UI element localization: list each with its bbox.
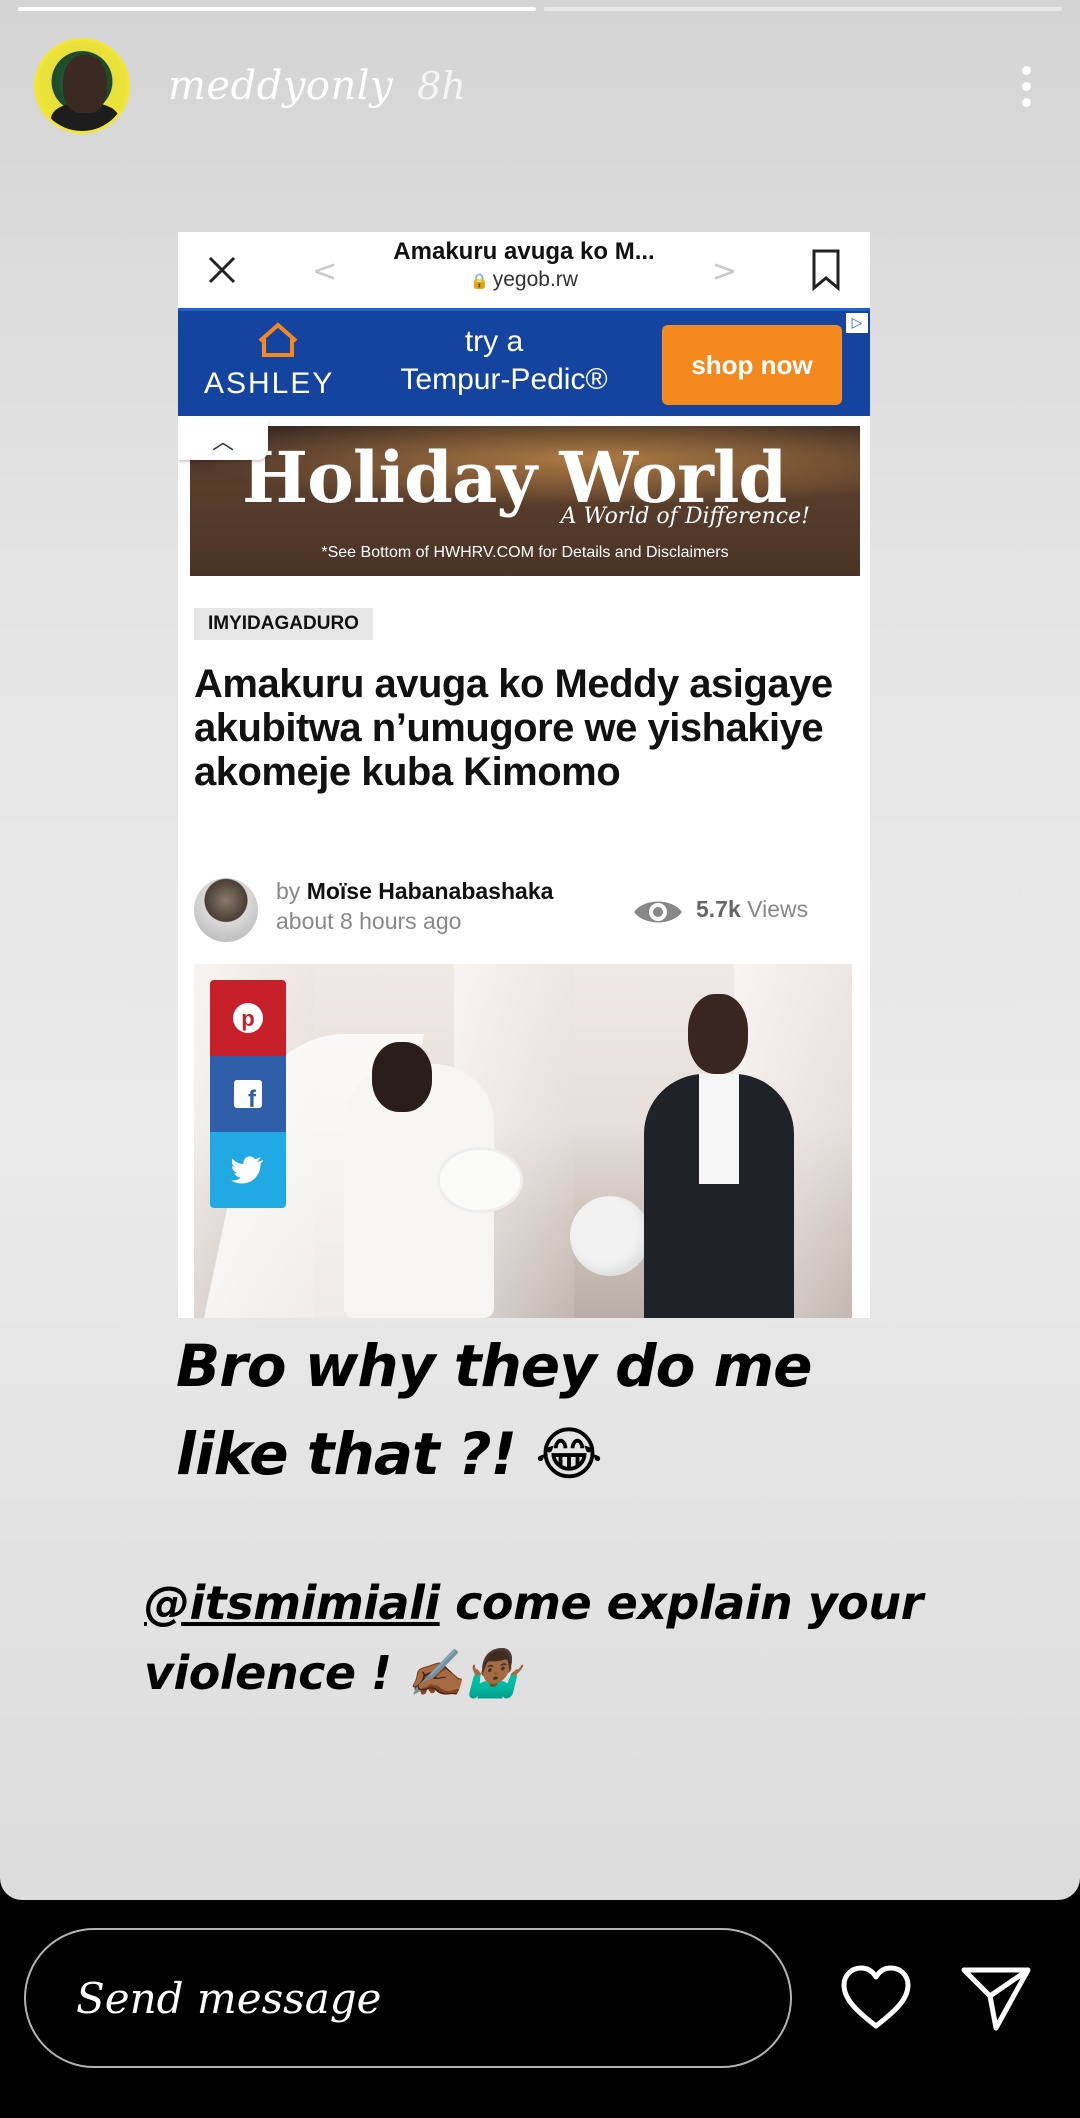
bookmark-icon	[812, 249, 840, 292]
article-time: about 8 hours ago	[276, 908, 462, 934]
chevron-up-icon: ︿	[178, 420, 268, 460]
browser-bar: < Amakuru avuga ko M... 🔒 yegob.rw >	[178, 232, 870, 308]
facebook-icon: f	[210, 1056, 286, 1132]
more-options-icon[interactable]	[1006, 56, 1046, 116]
username[interactable]: meddyonly	[168, 63, 393, 109]
ad-shop-button: shop now	[662, 325, 842, 405]
send-icon[interactable]	[958, 1960, 1034, 2036]
progress-fill	[18, 7, 536, 11]
pinterest-icon: p	[210, 980, 286, 1056]
ashley-ad: ASHLEY try a Tempur-Pedic® shop now ▷	[178, 308, 870, 416]
close-icon	[208, 256, 236, 284]
story-progress	[18, 7, 1062, 11]
browser-host: 🔒 yegob.rw	[470, 268, 578, 291]
adchoices-icon: ▷	[846, 313, 868, 333]
ad-banner-tagline: A World of Difference!	[560, 504, 810, 529]
ad-line1: try a	[464, 325, 524, 358]
category-tag: IMYIDAGADURO	[194, 608, 373, 640]
ad-line2: Tempur-Pedic®	[400, 363, 608, 396]
svg-text:f: f	[248, 1086, 257, 1109]
author-byline: by Moïse Habanabashaka	[276, 878, 554, 904]
author-name: Moïse Habanabashaka	[306, 878, 554, 904]
share-buttons: p f	[210, 980, 286, 1208]
view-count: 5.7k Views	[696, 896, 809, 922]
avatar[interactable]	[34, 38, 130, 134]
mention-link[interactable]: @itsmimiali	[144, 1576, 440, 1630]
ad-brand: ASHLEY	[204, 367, 335, 400]
story-card[interactable]: meddyonly 8h < Amakuru avuga ko M... 🔒 ye…	[0, 0, 1080, 1900]
lock-icon: 🔒	[470, 273, 489, 290]
progress-segment	[18, 7, 536, 11]
progress-segment	[544, 7, 1062, 11]
article-screenshot: < Amakuru avuga ko M... 🔒 yegob.rw > ASHL…	[178, 232, 870, 1318]
story-time: 8h	[417, 64, 466, 108]
house-icon	[258, 322, 298, 357]
story-caption-mention: @itsmimiali come explain your violence !…	[144, 1576, 923, 1700]
ad-banner-disclaimer: *See Bottom of HWHRV.COM for Details and…	[321, 544, 729, 561]
author-avatar	[194, 878, 258, 942]
forward-arrow-icon: >	[712, 254, 738, 289]
twitter-icon	[210, 1132, 286, 1208]
send-message-input[interactable]: Send message	[24, 1928, 792, 2068]
story-header: meddyonly 8h	[34, 36, 1046, 136]
story-caption: Bro why they do me like that ?! 😂	[176, 1332, 812, 1488]
heart-icon[interactable]	[838, 1960, 914, 2036]
send-message-placeholder: Send message	[76, 1973, 382, 2023]
eye-icon	[634, 901, 682, 923]
wedding-photo	[194, 964, 852, 1318]
svg-text:p: p	[241, 1006, 254, 1031]
article-headline: Amakuru avuga ko Meddy asigaye akubitwa …	[194, 662, 833, 794]
holiday-world-ad: Holiday World A World of Difference! *Se…	[190, 426, 860, 576]
browser-title: Amakuru avuga ko M...	[393, 238, 655, 265]
